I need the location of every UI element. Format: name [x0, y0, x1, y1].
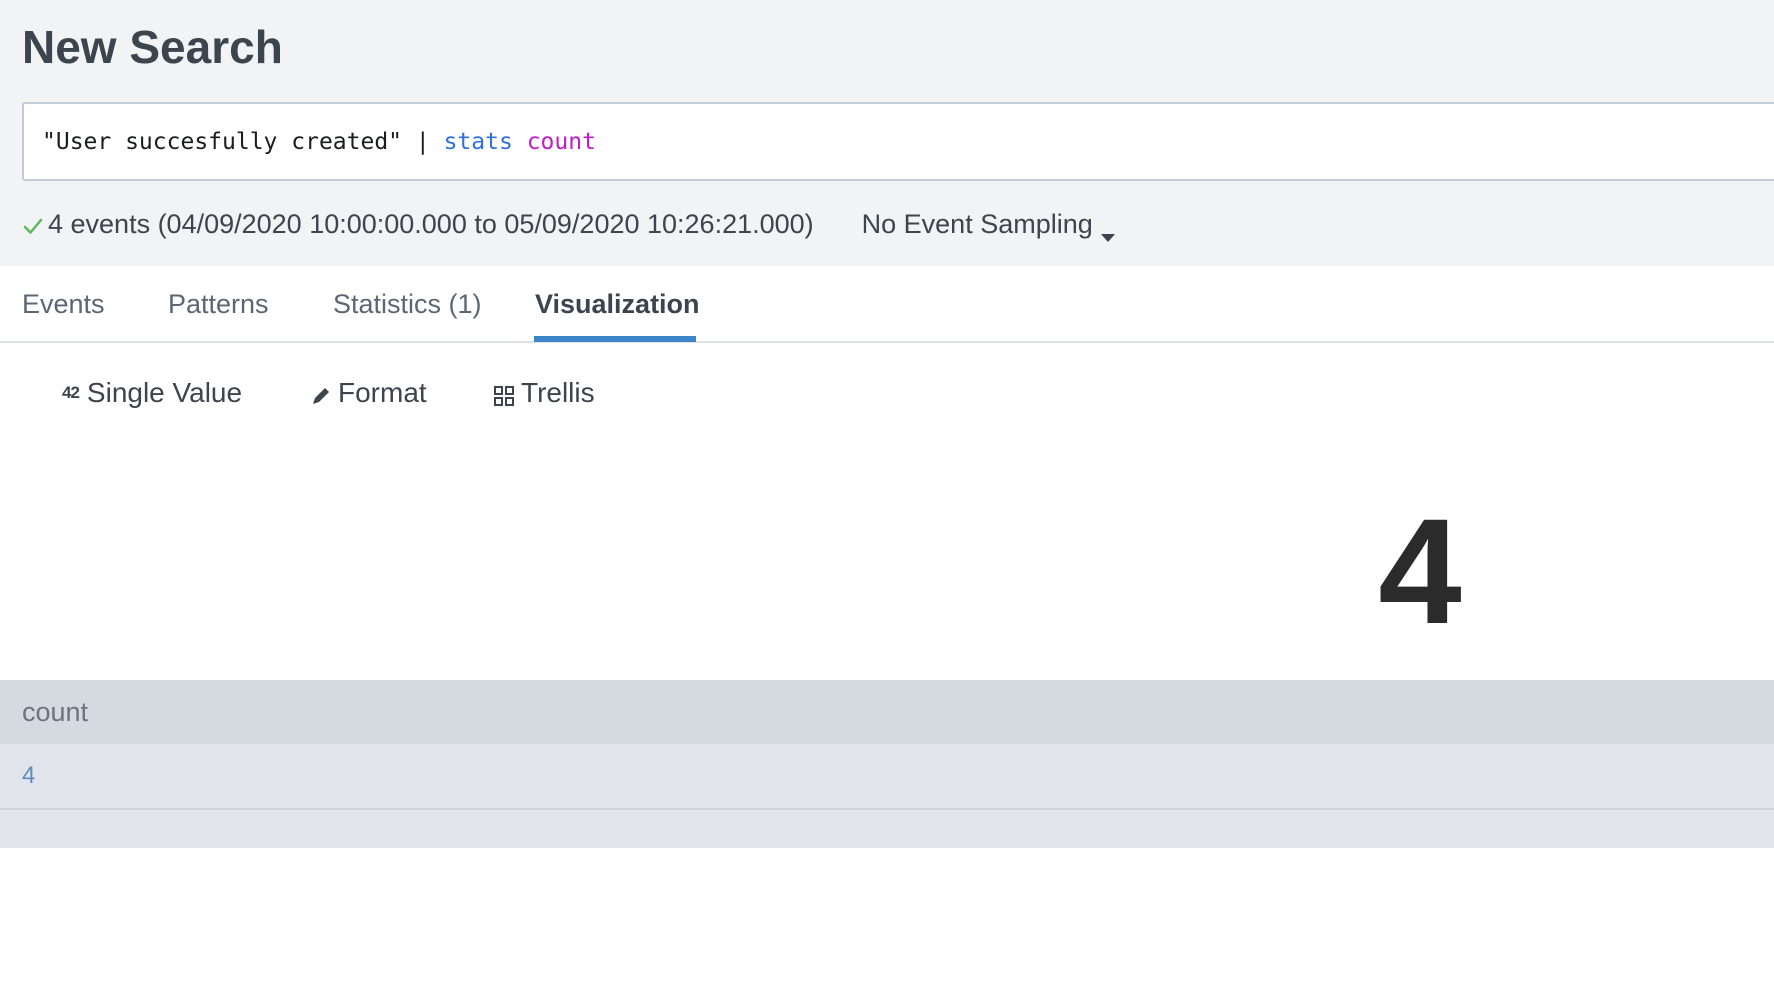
table-header: count [0, 680, 1774, 744]
format-label: Format [338, 377, 427, 408]
results-tabs: Events Patterns Statistics (1) Visualiza… [0, 266, 1774, 343]
trellis-label: Trellis [521, 377, 595, 408]
tab-statistics[interactable]: Statistics (1) [333, 286, 482, 322]
results-table: count 4 [0, 680, 1774, 848]
search-query-text[interactable]: "User succesfully created" | stats count [42, 127, 596, 157]
single-value-button[interactable]: 42 Single Value [62, 377, 242, 409]
pencil-icon [310, 382, 332, 404]
table-footer [0, 810, 1774, 848]
page-title: New Search [22, 21, 283, 73]
search-header-area: New Search "User succesfully created" | … [0, 0, 1774, 266]
query-string: "User succesfully created" | [42, 129, 444, 155]
single-value-display: 4 [1378, 487, 1462, 655]
single-value-label: Single Value [86, 377, 243, 408]
search-input[interactable]: "User succesfully created" | stats count [22, 102, 1774, 181]
visualization-toolbar: 42 Single Value Format Trellis [0, 345, 1774, 445]
format-button[interactable]: Format [310, 377, 427, 409]
grid-icon [493, 382, 515, 406]
tab-events[interactable]: Events [22, 286, 105, 322]
event-count-text: 4 events (04/09/2020 10:00:00.000 to 05/… [48, 208, 814, 239]
table-cell[interactable]: 4 [22, 761, 35, 791]
event-sampling-dropdown[interactable]: No Event Sampling [861, 208, 1115, 242]
tab-patterns[interactable]: Patterns [168, 286, 269, 322]
tab-visualization[interactable]: Visualization [535, 286, 700, 322]
active-tab-indicator [534, 336, 696, 342]
search-status: 4 events (04/09/2020 10:00:00.000 to 05/… [22, 204, 1115, 244]
table-row: 4 [0, 744, 1774, 810]
query-command: stats [443, 129, 513, 155]
caret-down-icon [1100, 219, 1115, 242]
column-header-count[interactable]: count [22, 696, 88, 728]
query-function: count [526, 129, 596, 155]
single-value-icon: 42 [62, 383, 80, 402]
trellis-button[interactable]: Trellis [493, 377, 595, 409]
event-sampling-label: No Event Sampling [861, 208, 1093, 239]
check-icon [22, 213, 44, 235]
